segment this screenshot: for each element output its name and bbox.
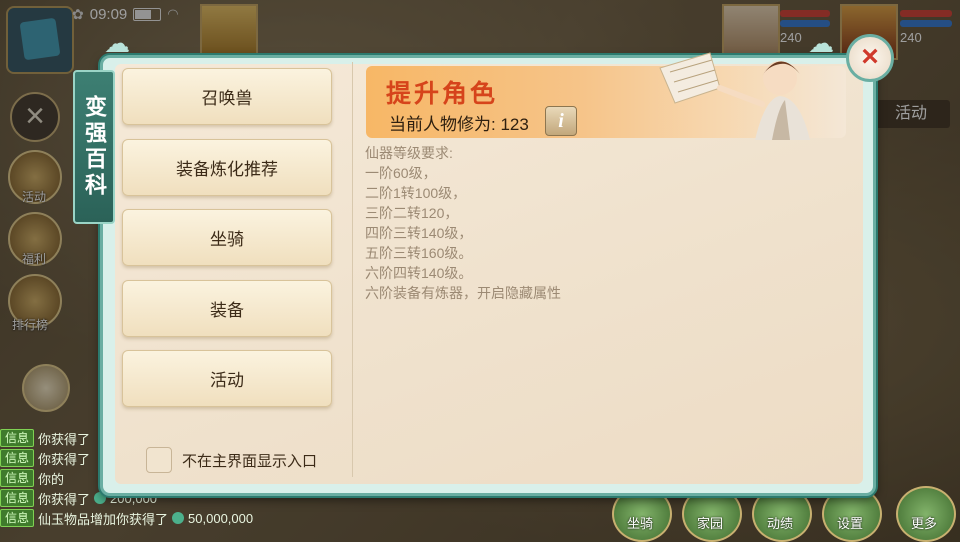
requirement-line: 六阶装备有炼器，开启隐藏属性 xyxy=(365,285,561,301)
menu-item-equipment[interactable]: 装备 xyxy=(122,280,332,337)
requirement-line: 五阶三转160级。 xyxy=(365,245,473,261)
mount-label: 坐骑 xyxy=(626,516,653,531)
more-label: 更多 xyxy=(910,516,937,531)
hero-character-illustration xyxy=(659,52,810,140)
info-icon[interactable]: i xyxy=(545,106,577,136)
cultivation-value: 123 xyxy=(500,115,529,134)
hide-entry-checkbox[interactable] xyxy=(146,447,172,473)
menu-item-equipment-refine[interactable]: 装备炼化推荐 xyxy=(122,139,332,196)
cloud-ornament-icon: ☁ xyxy=(104,28,130,58)
requirement-line: 一阶60级， xyxy=(365,165,437,181)
chat-row: 信息 仙玉物品增加你获得了 50,000,000 xyxy=(0,508,330,528)
requirement-line: 三阶二转120， xyxy=(365,205,459,221)
chat-tag: 信息 xyxy=(0,509,35,527)
achievement-label: 动绩 xyxy=(766,516,793,531)
home-label: 家园 xyxy=(696,516,723,531)
chat-tag: 信息 xyxy=(0,429,35,447)
menu-item-mount[interactable]: 坐骑 xyxy=(122,209,332,266)
settings-label: 设置 xyxy=(836,516,863,531)
chat-text: 你获得了 xyxy=(38,451,91,467)
chat-tag: 信息 xyxy=(0,449,35,467)
requirement-line: 二阶1转100级， xyxy=(365,185,467,201)
chat-text: 仙玉物品增加你获得了 xyxy=(38,511,169,527)
chat-tag: 信息 xyxy=(0,469,35,487)
column-divider xyxy=(352,62,353,477)
tab-encyclopedia[interactable]: 变强百科 xyxy=(73,70,115,224)
hide-entry-label: 不在主界面显示入口 xyxy=(182,453,318,470)
cultivation-label: 当前人物修为: 123 xyxy=(389,110,529,135)
banner-title: 提升角色 xyxy=(386,80,499,108)
menu-item-activity[interactable]: 活动 xyxy=(122,350,332,407)
cultivation-label-text: 当前人物修为: xyxy=(389,115,496,134)
requirement-line: 六阶四转140级。 xyxy=(365,265,473,281)
requirements-title: 仙器等级要求: xyxy=(365,145,453,161)
chat-text: 你获得了 xyxy=(38,431,91,447)
menu-item-summon-beast[interactable]: 召唤兽 xyxy=(122,68,332,125)
coin-icon xyxy=(172,512,185,524)
chat-text: 你获得了 xyxy=(38,491,91,507)
chat-text: 你的 xyxy=(38,471,65,487)
requirement-line: 四阶三转140级， xyxy=(365,225,473,241)
close-dialog-button[interactable]: × xyxy=(846,34,894,82)
chat-tag: 信息 xyxy=(0,489,35,507)
chat-amount: 50,000,000 xyxy=(188,510,254,526)
